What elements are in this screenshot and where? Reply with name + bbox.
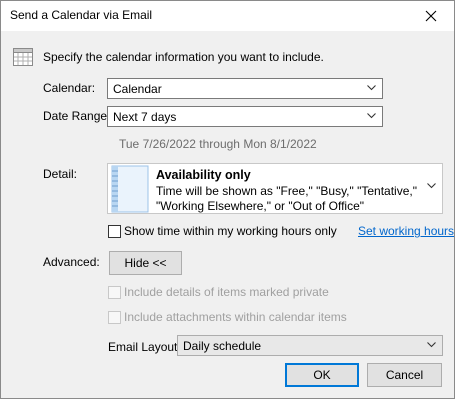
chevron-down-icon — [427, 183, 436, 189]
intro-text: Specify the calendar information you wan… — [43, 50, 324, 64]
hide-advanced-button-label: Hide << — [124, 256, 167, 270]
date-range-label: Date Range: — [43, 109, 111, 123]
ok-button-label: OK — [313, 368, 331, 382]
title-bar: Send a Calendar via Email — [1, 1, 454, 31]
detail-title: Availability only — [156, 168, 251, 182]
calendar-select-value: Calendar — [113, 82, 162, 96]
chevron-down-icon — [427, 342, 436, 348]
availability-page-icon — [111, 165, 149, 213]
detail-label: Detail: — [43, 167, 78, 181]
email-layout-select-value: Daily schedule — [183, 339, 262, 353]
cancel-button[interactable]: Cancel — [367, 363, 442, 387]
calendar-select[interactable]: Calendar — [107, 78, 383, 99]
set-working-hours-link[interactable]: Set working hours — [358, 224, 454, 238]
include-private-label: Include details of items marked private — [124, 285, 329, 299]
include-private-checkbox[interactable] — [108, 286, 121, 299]
email-layout-select[interactable]: Daily schedule — [177, 335, 443, 356]
calendar-grid-icon — [13, 48, 33, 66]
close-icon — [425, 10, 437, 22]
cancel-button-label: Cancel — [385, 368, 424, 382]
chevron-down-icon — [367, 85, 376, 91]
detail-description: Time will be shown as "Free," "Busy," "T… — [156, 184, 417, 213]
hide-advanced-button[interactable]: Hide << — [109, 251, 182, 275]
advanced-label: Advanced: — [43, 255, 100, 269]
include-attachments-label: Include attachments within calendar item… — [124, 310, 347, 324]
detail-select[interactable]: Availability only Time will be shown as … — [107, 163, 443, 214]
chevron-down-icon — [367, 113, 376, 119]
email-layout-label: Email Layout: — [108, 340, 181, 354]
window-title: Send a Calendar via Email — [10, 8, 153, 22]
date-range-summary: Tue 7/26/2022 through Mon 8/1/2022 — [119, 137, 317, 151]
include-attachments-checkbox[interactable] — [108, 311, 121, 324]
date-range-select[interactable]: Next 7 days — [107, 106, 383, 127]
close-button[interactable] — [408, 1, 454, 31]
calendar-label: Calendar: — [43, 81, 96, 95]
working-hours-checkbox[interactable] — [108, 225, 121, 238]
send-calendar-dialog: Send a Calendar via Email Specify the ca… — [0, 0, 455, 399]
working-hours-label: Show time within my working hours only — [124, 224, 337, 238]
date-range-select-value: Next 7 days — [113, 110, 177, 124]
ok-button[interactable]: OK — [285, 363, 359, 387]
